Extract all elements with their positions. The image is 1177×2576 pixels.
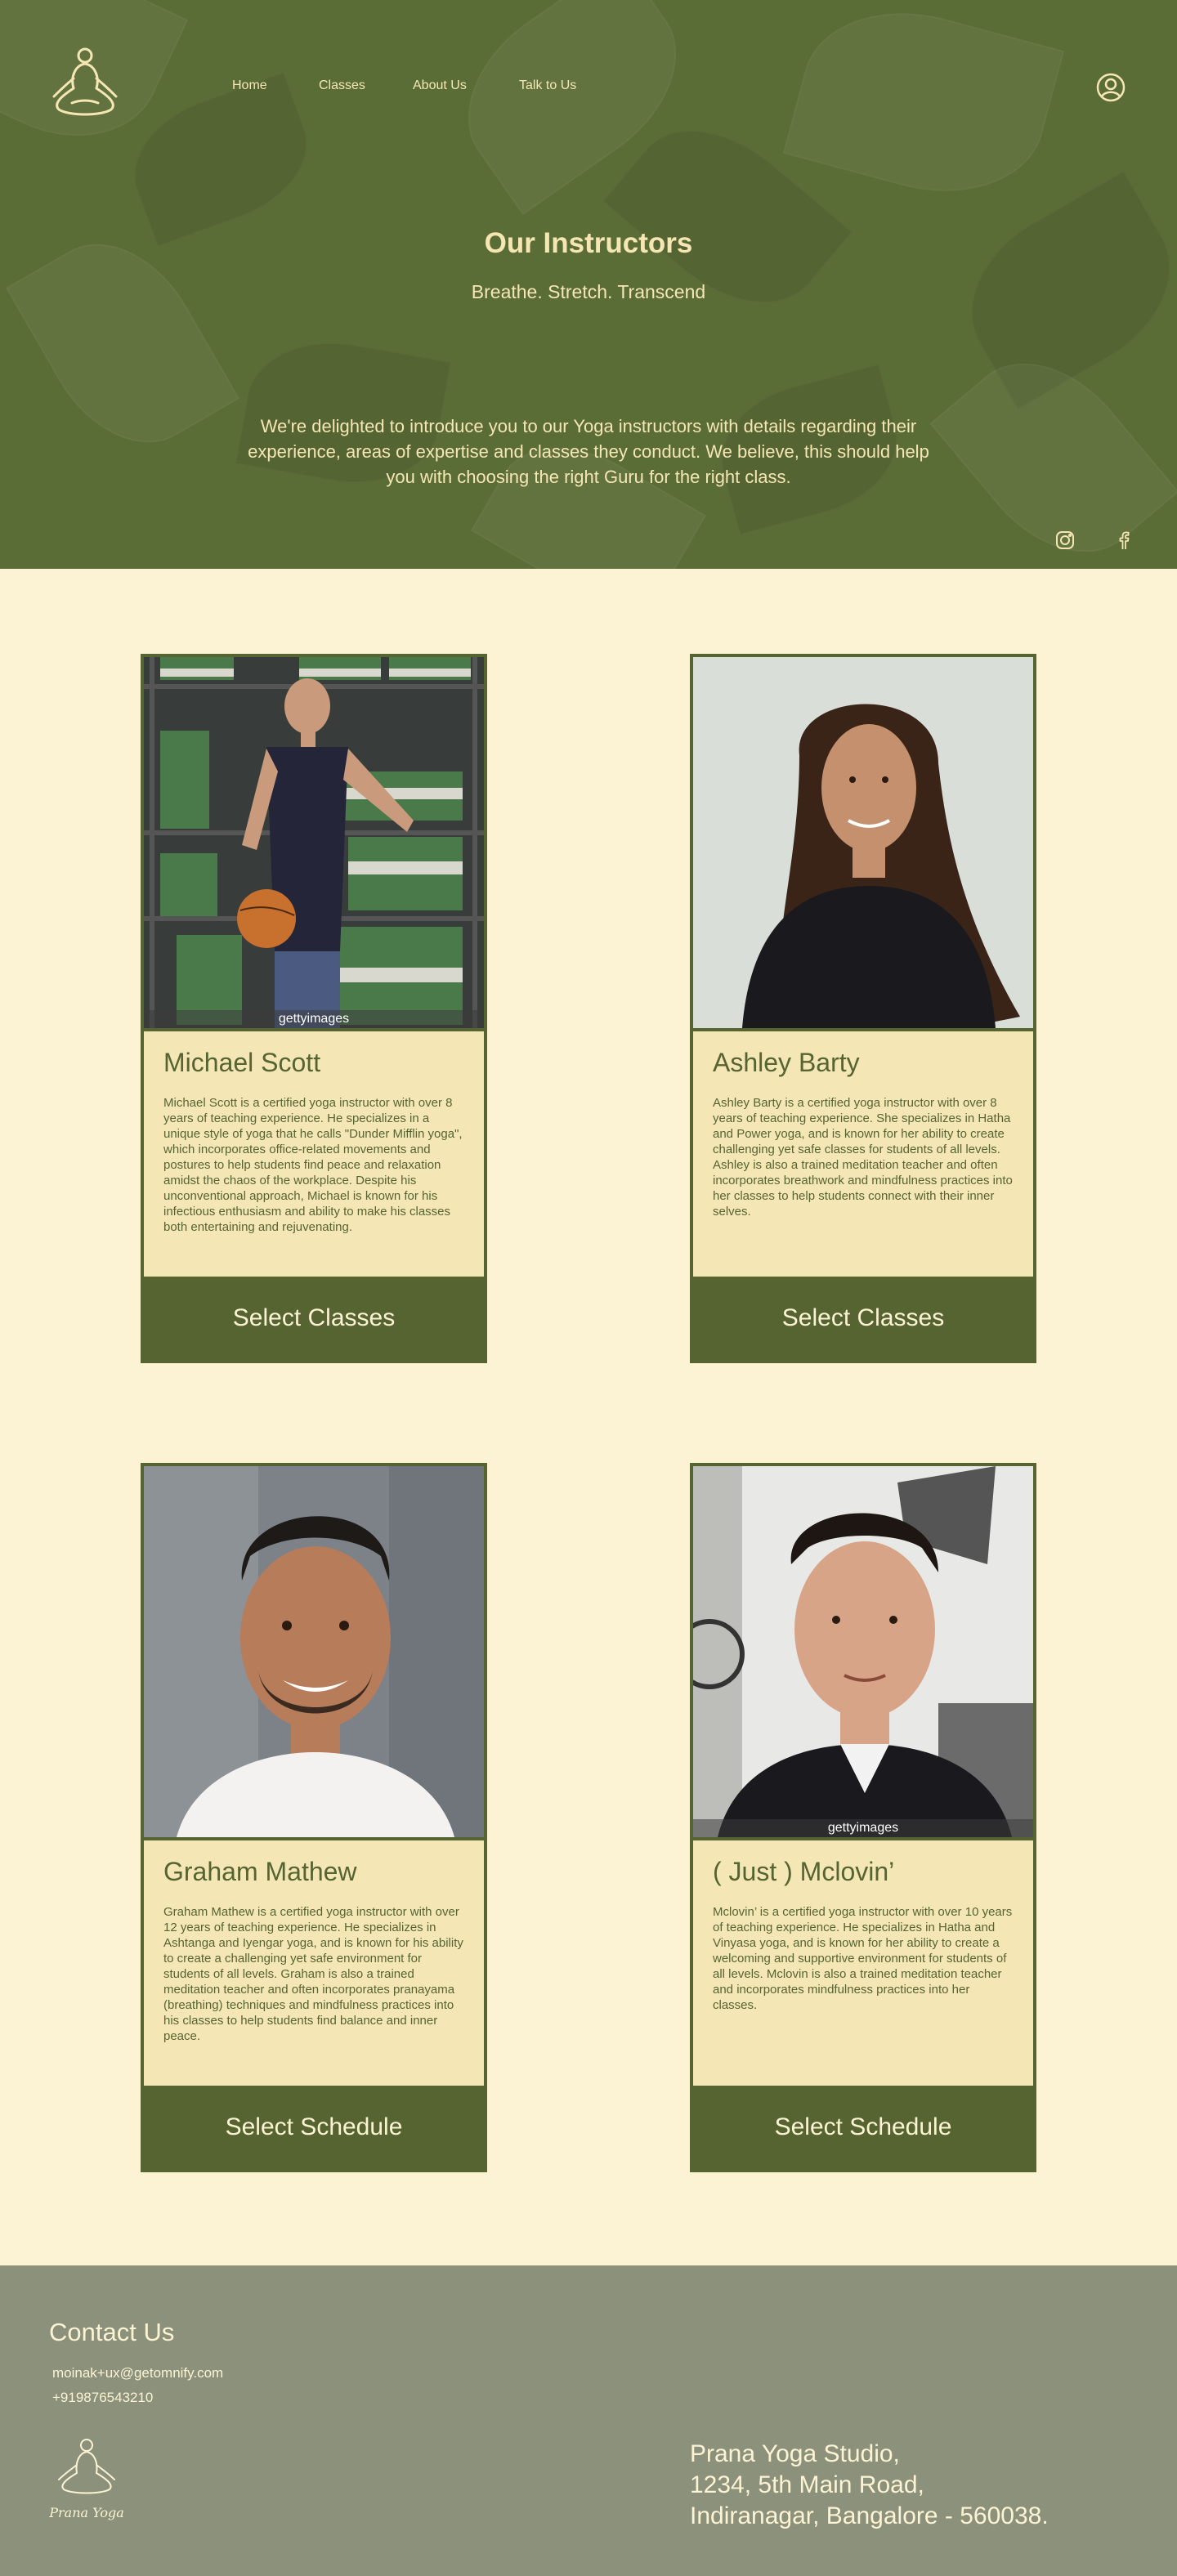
- select-schedule-button[interactable]: Select Schedule: [693, 2086, 1033, 2169]
- instructor-portrait-image: [693, 657, 1033, 1028]
- address-line: 1234, 5th Main Road,: [690, 2471, 924, 2498]
- intro-text: We're delighted to introduce you to our …: [248, 416, 929, 487]
- leaf-decoration: [782, 0, 1065, 217]
- photo-watermark: gettyimages: [144, 1010, 484, 1028]
- nav-classes[interactable]: Classes: [319, 78, 365, 93]
- instructor-name: Ashley Barty: [713, 1048, 860, 1077]
- instructor-portrait-image: [693, 1466, 1033, 1837]
- instructor-bio: Michael Scott is a certified yoga instru…: [163, 1096, 463, 1234]
- instructor-portrait-image: [144, 1466, 484, 1837]
- studio-address: Prana Yoga Studio, 1234, 5th Main Road, …: [690, 2439, 1049, 2532]
- hero-banner: Home Classes About Us Talk to Us Our Ins…: [0, 0, 1177, 569]
- instructor-bio: Mclovin’ is a certified yoga instructor …: [713, 1905, 1013, 2012]
- instructor-bio-box: Ashley Barty Ashley Barty is a certified…: [693, 1031, 1033, 1277]
- logo-wordmark: Prana Yoga: [48, 2505, 123, 2520]
- instagram-icon[interactable]: [1054, 530, 1076, 551]
- instructor-bio-box: Graham Mathew Graham Mathew is a certifi…: [144, 1840, 484, 2086]
- instructor-bio-box: Michael Scott Michael Scott is a certifi…: [144, 1031, 484, 1277]
- contact-heading: Contact Us: [49, 2318, 175, 2346]
- instructor-name: ( Just ) Mclovin’: [713, 1857, 895, 1886]
- contact-phone[interactable]: +919876543210: [52, 2390, 153, 2406]
- instructor-card: gettyimages Michael Scott Michael Scott …: [141, 654, 487, 1363]
- nav-talk-to-us[interactable]: Talk to Us: [519, 78, 576, 93]
- nav-home[interactable]: Home: [232, 78, 267, 93]
- contact-email[interactable]: moinak+ux@getomnify.com: [52, 2365, 223, 2381]
- instructor-bio: Ashley Barty is a certified yoga instruc…: [713, 1096, 1013, 1219]
- select-classes-button[interactable]: Select Classes: [144, 1277, 484, 1360]
- instructor-bio-box: ( Just ) Mclovin’ Mclovin’ is a certifie…: [693, 1840, 1033, 2086]
- instructor-card: Ashley Barty Ashley Barty is a certified…: [690, 654, 1036, 1363]
- select-classes-button[interactable]: Select Classes: [693, 1277, 1033, 1360]
- instructor-portrait-image: [144, 657, 484, 1028]
- instructor-card: gettyimages ( Just ) Mclovin’ Mclovin’ i…: [690, 1463, 1036, 2172]
- instructor-name: Michael Scott: [163, 1048, 321, 1077]
- instructor-card: Graham Mathew Graham Mathew is a certifi…: [141, 1463, 487, 2172]
- page-subtitle: Breathe. Stretch. Transcend: [471, 281, 706, 302]
- instructor-photo: [693, 657, 1033, 1028]
- select-schedule-button[interactable]: Select Schedule: [144, 2086, 484, 2169]
- address-line: Prana Yoga Studio,: [690, 2440, 900, 2467]
- facebook-icon[interactable]: [1113, 530, 1134, 551]
- prana-yoga-logo-icon: Prana Yoga: [48, 2439, 124, 2520]
- instructor-photo: [144, 1466, 484, 1837]
- instructor-photo: gettyimages: [693, 1466, 1033, 1837]
- instructor-photo: gettyimages: [144, 657, 484, 1028]
- main-nav: Home Classes About Us Talk to Us: [0, 78, 1177, 98]
- address-line: Indiranagar, Bangalore - 560038.: [690, 2502, 1049, 2529]
- photo-watermark: gettyimages: [693, 1819, 1033, 1837]
- page-title: Our Instructors: [484, 227, 693, 259]
- instructor-name: Graham Mathew: [163, 1857, 357, 1886]
- account-icon[interactable]: [1095, 72, 1126, 103]
- nav-about-us[interactable]: About Us: [413, 78, 467, 93]
- instructor-bio: Graham Mathew is a certified yoga instru…: [163, 1905, 463, 2043]
- footer: Contact Us moinak+ux@getomnify.com +9198…: [0, 2265, 1177, 2576]
